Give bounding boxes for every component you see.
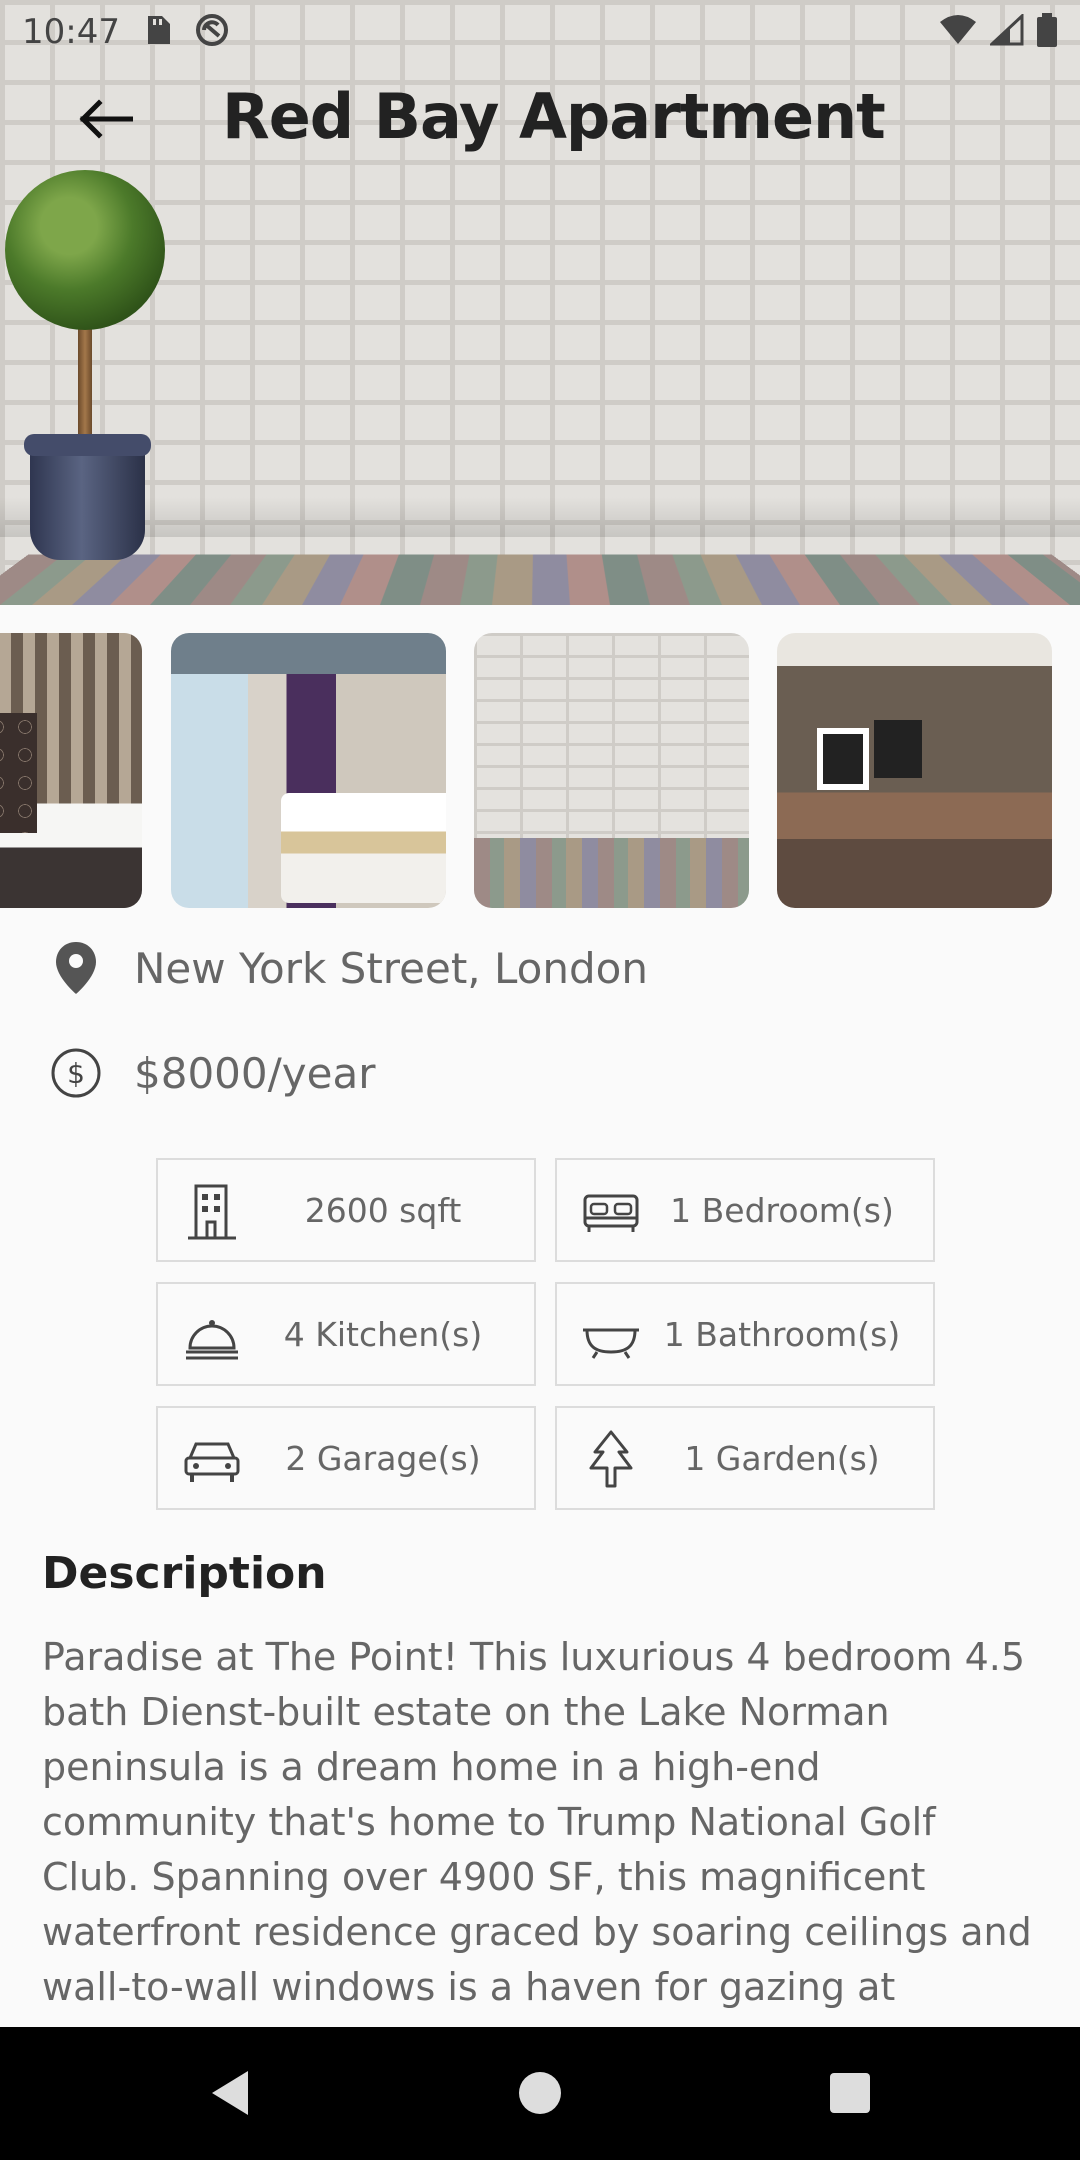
cell-signal-icon (988, 12, 1024, 50)
feature-label: 1 Bedroom(s) (670, 1190, 894, 1230)
nav-home-button[interactable] (508, 2063, 572, 2127)
feature-area: 2600 sqft (156, 1158, 536, 1262)
app-bar: Red Bay Apartment (0, 72, 1080, 168)
price-text: $8000/year (134, 1048, 376, 1098)
feature-label: 1 Bathroom(s) (663, 1314, 901, 1354)
svg-text:$: $ (67, 1057, 85, 1090)
car-icon (182, 1430, 242, 1490)
potted-plant (0, 170, 170, 570)
nav-recents-button[interactable] (818, 2063, 882, 2127)
location-row: New York Street, London (0, 928, 1080, 1008)
status-time: 10:47 (22, 12, 120, 52)
feature-label: 1 Garden(s) (684, 1438, 880, 1478)
feature-kitchens: 4 Kitchen(s) (156, 1282, 536, 1386)
sd-card-icon (142, 14, 172, 50)
nav-back-button[interactable] (198, 2063, 262, 2127)
circle-home-icon (518, 2071, 562, 2119)
cloche-icon (182, 1306, 242, 1366)
location-pin-icon (48, 940, 104, 996)
sync-icon (194, 12, 230, 52)
feature-bathrooms: 1 Bathroom(s) (555, 1282, 935, 1386)
page-title: Red Bay Apartment (222, 80, 886, 153)
gallery-thumbnail[interactable] (0, 633, 142, 908)
feature-label: 2600 sqft (304, 1190, 462, 1230)
feature-garages: 2 Garage(s) (156, 1406, 536, 1510)
gallery-thumbnail[interactable] (171, 633, 446, 908)
tree-icon (581, 1430, 641, 1490)
feature-gardens: 1 Garden(s) (555, 1406, 935, 1510)
feature-bedrooms: 1 Bedroom(s) (555, 1158, 935, 1262)
status-bar: 10:47 (0, 0, 1080, 64)
dollar-circle-icon: $ (48, 1045, 104, 1101)
back-button[interactable] (70, 86, 140, 156)
gallery-thumbnail[interactable] (777, 633, 1052, 908)
arrow-left-icon (77, 99, 134, 143)
description-text: Paradise at The Point! This luxurious 4 … (42, 1635, 1032, 2009)
gallery-thumbnail[interactable] (474, 633, 749, 908)
feature-label: 2 Garage(s) (285, 1438, 481, 1478)
bathtub-icon (581, 1306, 641, 1366)
description-title: Description (42, 1548, 327, 1599)
battery-icon (1036, 13, 1058, 51)
system-nav-bar (0, 2027, 1080, 2160)
bed-icon (581, 1182, 641, 1242)
triangle-back-icon (208, 2069, 252, 2121)
square-recents-icon (828, 2071, 872, 2119)
building-icon (182, 1182, 242, 1242)
wifi-icon (938, 14, 978, 50)
photo-gallery[interactable] (0, 633, 1080, 908)
feature-label: 4 Kitchen(s) (283, 1314, 483, 1354)
price-row: $ $8000/year (0, 1033, 1080, 1113)
location-text: New York Street, London (134, 943, 648, 993)
